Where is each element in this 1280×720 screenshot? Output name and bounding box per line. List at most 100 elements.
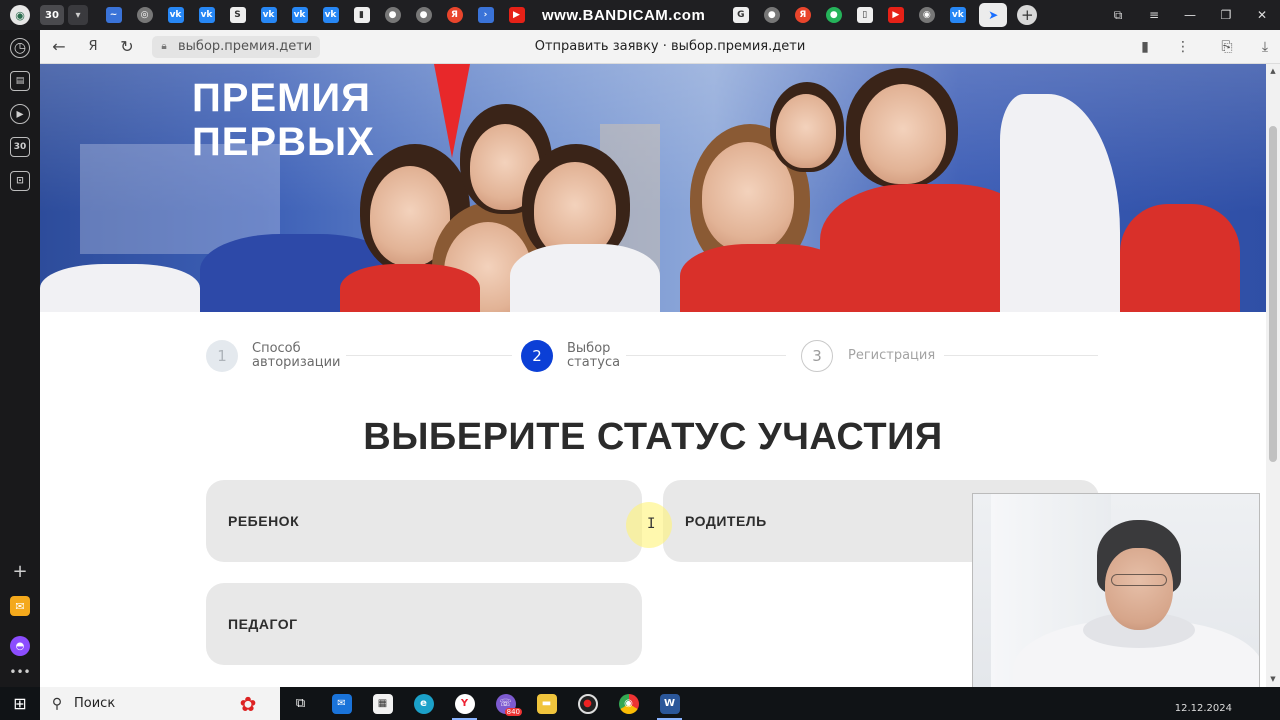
page-heading: ВЫБЕРИТЕ СТАТУС УЧАСТИЯ	[363, 416, 943, 458]
new-tab-button[interactable]: +	[1017, 5, 1038, 25]
browser-logo-icon[interactable]: ◉	[10, 5, 30, 25]
translate-icon[interactable]: ⎘	[1212, 32, 1242, 62]
yandex-home-icon[interactable]: Я	[78, 32, 108, 62]
close-button[interactable]: ✕	[1244, 0, 1280, 30]
step-1-circle[interactable]: 1	[206, 340, 238, 372]
more-icon[interactable]: •••	[9, 662, 30, 682]
url-text: выбор.премия.дети	[178, 39, 313, 54]
play-icon[interactable]: ▸	[10, 104, 30, 124]
document-tab-icon[interactable]: ▯	[856, 7, 873, 23]
location-tab-icon[interactable]: ●	[384, 7, 401, 23]
progress-stepper: 1 Способ авторизации 2 Выбор статуса 3 Р…	[206, 338, 1098, 374]
document-tab-icon[interactable]: ▮	[353, 7, 370, 23]
menu-icon[interactable]: ≡	[1136, 0, 1172, 30]
location-tab-icon[interactable]: ●	[415, 7, 432, 23]
step-1-label[interactable]: Способ авторизации	[252, 342, 340, 370]
poinsettia-icon: ✿	[239, 691, 257, 716]
hero-title: ПРЕМИЯ ПЕРВЫХ	[192, 76, 375, 164]
pinned-tab-icon[interactable]: ◉	[918, 7, 935, 23]
chevron-down-icon[interactable]: ▾	[68, 5, 88, 25]
person-figure	[510, 244, 660, 312]
add-icon[interactable]: +	[10, 561, 30, 582]
location-tab-icon[interactable]: ●	[763, 7, 780, 23]
pinned-tabs-right: G ● Я ● ▯ ▶ ◉ vk	[725, 7, 973, 23]
mail-icon[interactable]: ✉	[10, 596, 30, 616]
browser-side-panel: ◷ ▤ ▸ 30 ⊡ + ✉ ◓ •••	[0, 30, 40, 687]
status-option-teacher[interactable]: ПЕДАГОГ	[206, 583, 642, 665]
download-icon[interactable]: ⤓	[1250, 32, 1280, 62]
kebab-menu-icon[interactable]: ⋮	[1168, 32, 1198, 62]
yandex-browser-app-icon[interactable]: Y	[444, 687, 485, 720]
vk-tab-icon[interactable]: vk	[322, 7, 339, 23]
vk-tab-icon[interactable]: vk	[260, 7, 277, 23]
youtube-tab-icon[interactable]: ▶	[508, 7, 525, 23]
stepper-connector	[346, 355, 512, 356]
screenshot-icon[interactable]: ⊡	[10, 171, 30, 191]
windows-taskbar: ⊞ ⚲ Поиск ✿ ⧉ ✉ ▦ e Y ☏ 840 ▬ ● ◉ W 12.1…	[0, 687, 1280, 720]
minimize-button[interactable]: —	[1172, 0, 1208, 30]
window-controls: ⧉ ≡ — ❐ ✕	[1100, 0, 1280, 30]
hero-title-line2: ПЕРВЫХ	[192, 120, 375, 164]
hero-banner: ПРЕМИЯ ПЕРВЫХ	[40, 64, 1266, 312]
store-app-icon[interactable]: ▦	[362, 687, 403, 720]
alice-assistant-icon[interactable]: ◓	[10, 636, 30, 656]
tabs-counter-icon[interactable]: 30	[10, 137, 30, 157]
step-2-label[interactable]: Выбор статуса	[567, 342, 620, 370]
pinned-tab-icon[interactable]: ●	[825, 7, 842, 23]
vk-tab-icon[interactable]: vk	[167, 7, 184, 23]
pinned-tab-icon[interactable]: S	[229, 7, 246, 23]
webcam-person-glasses	[1111, 574, 1167, 586]
scroll-thumb[interactable]	[1269, 126, 1277, 462]
yandex-tab-icon[interactable]: Я	[794, 7, 811, 23]
person-figure	[1120, 204, 1240, 312]
hero-title-line1: ПРЕМИЯ	[192, 76, 371, 120]
mail-app-icon[interactable]: ✉	[321, 687, 362, 720]
taskbar-search[interactable]: ⚲ Поиск ✿	[40, 687, 280, 720]
collections-icon[interactable]: ▤	[10, 71, 30, 91]
scroll-up-icon[interactable]: ▲	[1269, 67, 1277, 75]
pinned-tab-icon[interactable]: ~	[105, 7, 122, 23]
step-3-circle[interactable]: 3	[801, 340, 833, 372]
task-view-icon[interactable]: ⧉	[280, 687, 321, 720]
vk-tab-icon[interactable]: vk	[949, 7, 966, 23]
step-2-circle[interactable]: 2	[521, 340, 553, 372]
pinned-tab-icon[interactable]: ◎	[136, 7, 153, 23]
google-tab-icon[interactable]: G	[732, 7, 749, 23]
tab-counter-button[interactable]: 30	[40, 5, 64, 25]
step-1-label-line1: Способ	[252, 341, 301, 356]
reload-icon[interactable]: ↻	[112, 32, 142, 62]
bookmark-icon[interactable]: ▮	[1130, 32, 1160, 62]
status-option-child[interactable]: РЕБЕНОК	[206, 480, 642, 562]
url-field[interactable]: 🔒︎ выбор.премия.дети	[152, 35, 321, 58]
pinned-tab-icon[interactable]: ›	[477, 7, 494, 23]
pinned-tabs: ~ ◎ vk vk S vk vk vk ▮ ● ● Я › ▶	[98, 7, 532, 23]
recorder-app-icon[interactable]: ●	[567, 687, 608, 720]
taskbar-search-placeholder: Поиск	[74, 696, 116, 711]
taskbar-date: 12.12.2024	[1174, 703, 1232, 714]
scroll-down-icon[interactable]: ▼	[1269, 675, 1277, 683]
step-1-label-line2: авторизации	[252, 355, 341, 370]
vk-tab-icon[interactable]: vk	[198, 7, 215, 23]
step-3-label[interactable]: Регистрация	[848, 349, 935, 363]
search-icon: ⚲	[51, 695, 63, 712]
lock-icon: 🔒︎	[161, 41, 167, 52]
yandex-tab-icon[interactable]: Я	[446, 7, 463, 23]
restore-button[interactable]: ❐	[1208, 0, 1244, 30]
webcam-overlay	[972, 493, 1260, 709]
back-arrow-icon[interactable]: ←	[44, 32, 74, 62]
bookmarks-icon[interactable]: ⧉	[1100, 0, 1136, 30]
word-app-icon[interactable]: W	[649, 687, 690, 720]
step-2-label-line1: Выбор	[567, 341, 611, 356]
windows-start-icon[interactable]: ⊞	[0, 687, 40, 720]
step-2-label-line2: статуса	[567, 355, 621, 370]
file-explorer-app-icon[interactable]: ▬	[526, 687, 567, 720]
page-scrollbar[interactable]: ▲ ▼	[1266, 64, 1280, 687]
vk-tab-icon[interactable]: vk	[291, 7, 308, 23]
webcam-person-face	[1105, 548, 1173, 630]
active-tab[interactable]: ➤	[979, 3, 1008, 27]
youtube-tab-icon[interactable]: ▶	[887, 7, 904, 23]
viber-app-icon[interactable]: ☏ 840	[485, 687, 526, 720]
chrome-app-icon[interactable]: ◉	[608, 687, 649, 720]
edge-app-icon[interactable]: e	[403, 687, 444, 720]
history-icon[interactable]: ◷	[10, 38, 30, 58]
